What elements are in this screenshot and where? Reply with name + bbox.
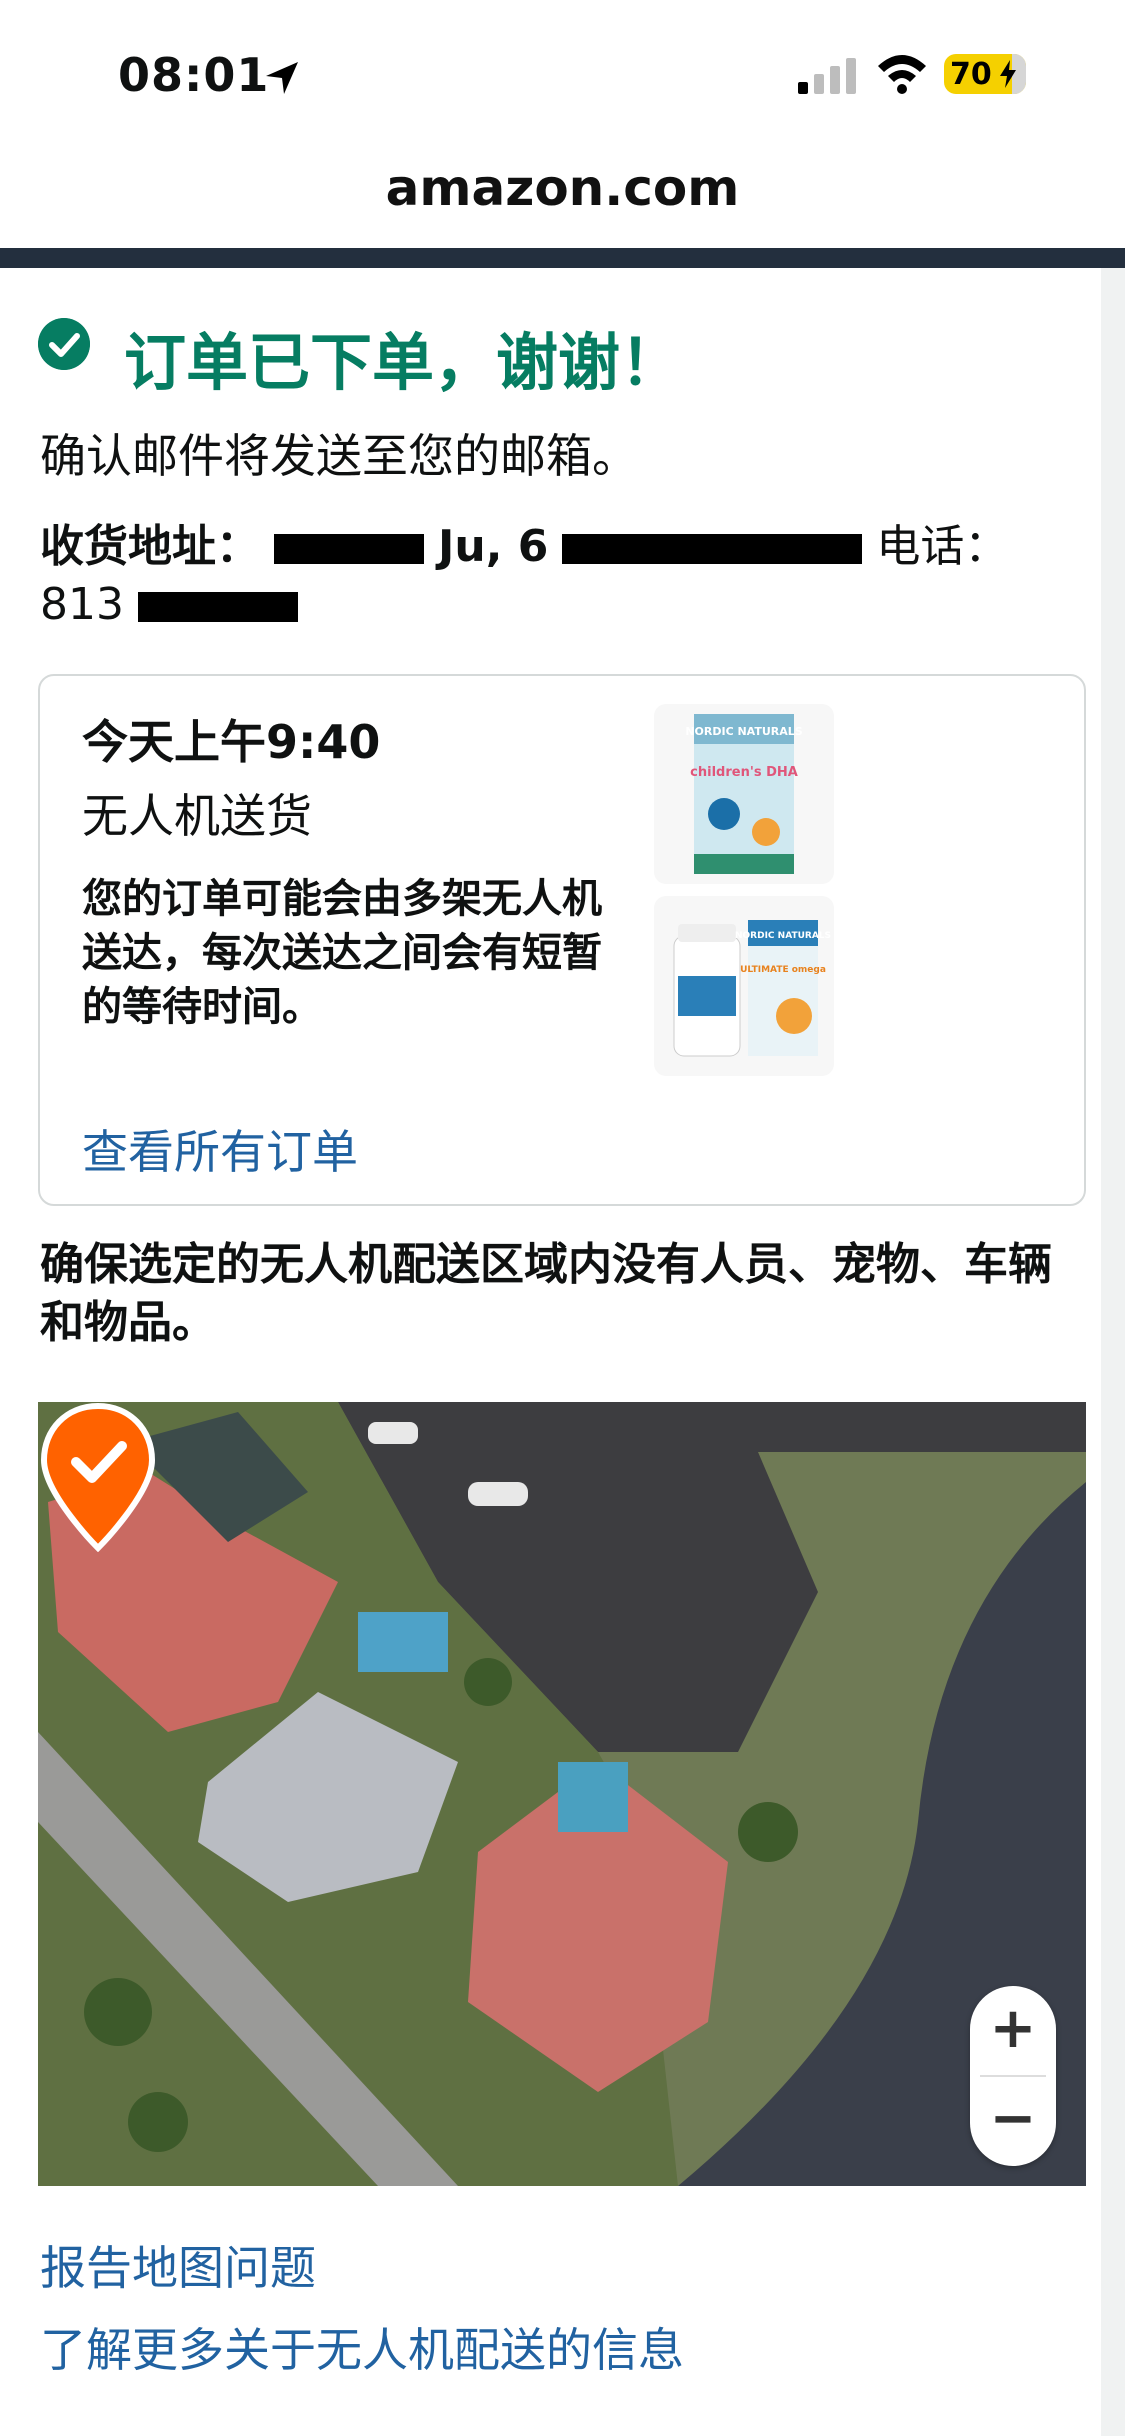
cellular-signal-icon [798, 58, 856, 94]
location-arrow-icon [266, 62, 298, 94]
product-box-icon: NORDIC NATURALS children's DHA [685, 714, 803, 874]
shipping-address: 收货地址： Ju, 6 电话： 813 [40, 518, 1020, 634]
redacted-block [562, 534, 863, 564]
battery-charging-icon: 70 [944, 54, 1026, 94]
page-content: 订单已下单，谢谢！ 确认邮件将发送至您的邮箱。 收货地址： Ju, 6 电话： … [0, 268, 1125, 2436]
product-image-ultimate-omega[interactable]: NORDIC NATURALS ULTIMATE omega [654, 896, 834, 1076]
address-visible: Ju, 6 [438, 521, 549, 572]
satellite-map-image [38, 1402, 1086, 2186]
url-bar[interactable]: amazon.com [0, 150, 1125, 250]
product-brand: NORDIC NATURALS [685, 725, 802, 738]
url-text: amazon.com [385, 159, 740, 217]
drone-safety-note: 确保选定的无人机配送区域内没有人员、宠物、车辆和物品。 [40, 1239, 1052, 1348]
status-bar: 08:01 70 [0, 0, 1125, 140]
redacted-block [274, 534, 424, 564]
nav-stripe [0, 248, 1125, 268]
learn-more-drone-link[interactable]: 了解更多关于无人机配送的信息 [40, 2314, 684, 2380]
product-name: ULTIMATE omega [740, 965, 826, 975]
phone-visible: 813 [40, 579, 124, 630]
delivery-time: 今天上午9:40 [82, 715, 381, 769]
confirmation-title: 订单已下单，谢谢！ [124, 326, 683, 399]
report-map-issue-link[interactable]: 报告地图问题 [40, 2232, 316, 2298]
product-name: children's DHA [690, 765, 798, 780]
phone-label: 电话： [876, 521, 1009, 572]
delivery-map[interactable]: + − [38, 1402, 1086, 2186]
battery-level: 70 [950, 57, 992, 92]
product-image-childrens-dha[interactable]: NORDIC NATURALS children's DHA [654, 704, 834, 884]
zoom-out-button[interactable]: − [970, 2076, 1056, 2166]
delivery-card: 今天上午9:40 无人机送货 您的订单可能会由多架无人机送达，每次送达之间会有短… [38, 674, 1086, 1206]
product-bottle-icon: NORDIC NATURALS ULTIMATE omega [673, 920, 831, 1057]
status-time: 08:01 [118, 48, 270, 102]
delivery-note: 您的订单可能会由多架无人机送达，每次送达之间会有短暂的等待时间。 [82, 876, 602, 1030]
zoom-in-button[interactable]: + [970, 1986, 1056, 2076]
email-note: 确认邮件将发送至您的邮箱。 [40, 429, 638, 483]
wifi-icon [878, 55, 926, 94]
bolt-icon [1000, 60, 1016, 88]
redacted-block [137, 592, 298, 622]
check-circle-icon [38, 318, 90, 370]
product-brand: NORDIC NATURALS [735, 931, 831, 941]
delivery-method: 无人机送货 [82, 789, 312, 843]
view-all-orders-link[interactable]: 查看所有订单 [82, 1116, 358, 1182]
delivery-location-pin-icon[interactable] [38, 1402, 158, 1552]
address-label: 收货地址： [40, 521, 260, 572]
map-zoom-controls: + − [970, 1986, 1056, 2166]
